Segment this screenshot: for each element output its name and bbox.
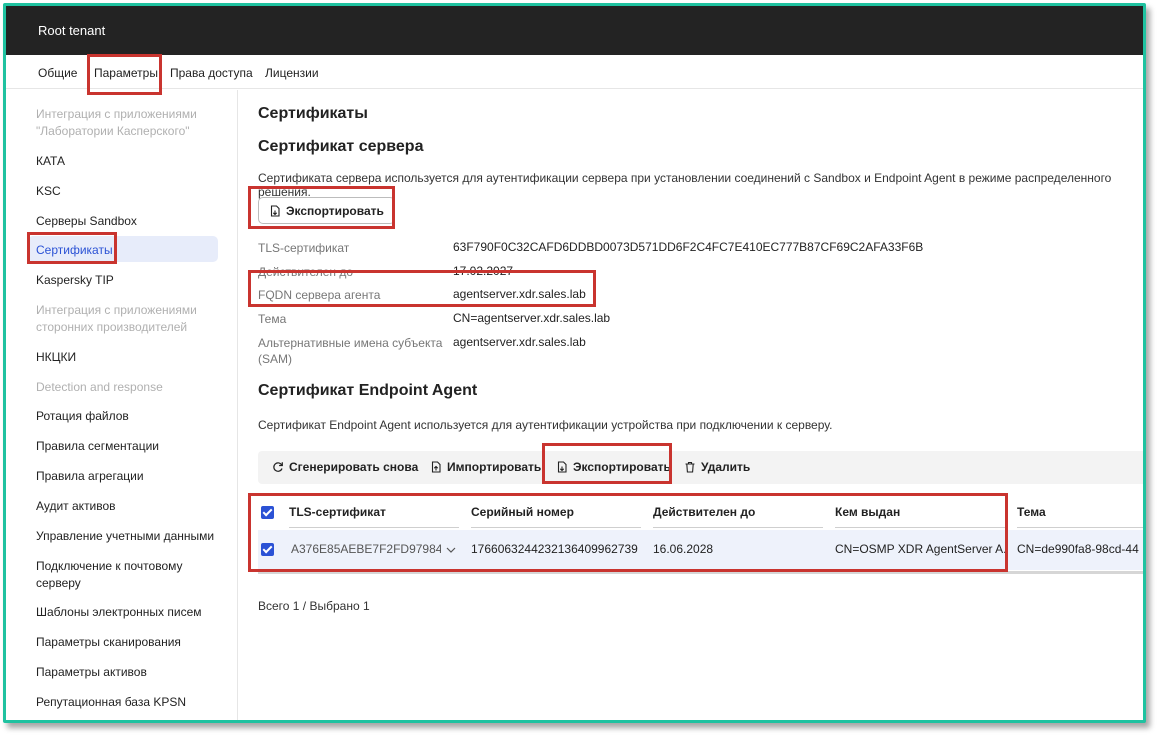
tab-general[interactable]: Общие — [38, 66, 77, 80]
cell-valid-to: 16.06.2028 — [653, 542, 714, 556]
sidebar-item-email-templates[interactable]: Шаблоны электронных писем — [36, 604, 216, 621]
cell-issuer: CN=OSMP XDR AgentServer A... — [835, 542, 1007, 556]
sidebar-item-kata[interactable]: КАТА — [36, 153, 216, 170]
server-cert-description: Сертификата сервера используется для аут… — [258, 171, 1112, 199]
server-cert-heading: Сертификат сервера — [258, 138, 424, 155]
tab-parameters[interactable]: Параметры — [94, 66, 158, 92]
row-checkbox[interactable] — [261, 543, 274, 556]
field-value-tls: 63F790F0C32CAFD6DDBD0073D571DD6F2C4FC7E4… — [453, 240, 924, 254]
horizontal-scrollbar[interactable] — [258, 571, 1143, 574]
field-label-san: Альтернативные имена субъекта (SAM) — [258, 336, 443, 366]
sidebar-item-ksc[interactable]: KSC — [36, 183, 216, 200]
tab-access-rights[interactable]: Права доступа — [170, 66, 253, 80]
import-button[interactable]: Импортировать — [430, 460, 541, 474]
field-value-fqdn: agentserver.xdr.sales.lab — [453, 287, 586, 301]
main-content: Сертификаты Сертификат сервера Сертифика… — [239, 90, 1143, 720]
col-header-valid-to[interactable]: Действителен до — [653, 505, 823, 528]
chevron-down-icon[interactable] — [446, 546, 456, 554]
sidebar-item-mail-server[interactable]: Подключение к почтовому серверу — [36, 558, 216, 592]
agent-cert-description: Сертификат Endpoint Agent используется д… — [258, 418, 833, 432]
file-import-icon — [431, 461, 441, 473]
tab-licenses[interactable]: Лицензии — [265, 66, 319, 80]
field-value-san: agentserver.xdr.sales.lab — [453, 335, 586, 349]
refresh-icon — [273, 462, 283, 472]
select-all-checkbox[interactable] — [261, 506, 274, 519]
server-export-label: Экспортировать — [286, 203, 384, 218]
server-export-button[interactable]: Экспортировать — [258, 197, 395, 224]
field-label-subject: Тема — [258, 312, 287, 326]
field-label-valid-to: Действителен до — [258, 265, 354, 279]
regenerate-label: Сгенерировать снова — [289, 460, 419, 474]
import-label: Импортировать — [447, 460, 542, 474]
field-value-valid-to: 17.02.2027 — [453, 264, 514, 278]
table-header: TLS-сертификат Серийный номер Действител… — [258, 495, 1143, 529]
field-label-fqdn: FQDN сервера агента — [258, 288, 381, 302]
cell-serial: 1766063244232136409962739 — [471, 542, 638, 556]
agent-cert-table: TLS-сертификат Серийный номер Действител… — [258, 495, 1143, 574]
sidebar-item-kaspersky-integration: Интеграция с приложениями "Лаборатории К… — [36, 107, 197, 138]
col-header-serial[interactable]: Серийный номер — [471, 505, 641, 528]
col-header-issuer[interactable]: Кем выдан — [835, 505, 1005, 528]
file-export-icon — [270, 204, 280, 217]
field-value-subject: CN=agentserver.xdr.sales.lab — [453, 311, 611, 325]
tenant-title: Root tenant — [38, 23, 106, 38]
delete-button[interactable]: Удалить — [684, 460, 750, 474]
sidebar-item-detection-response: Detection and response — [36, 380, 163, 394]
regenerate-button[interactable]: Сгенерировать снова — [272, 460, 418, 474]
agent-cert-heading: Сертификат Endpoint Agent — [258, 382, 478, 399]
sidebar-item-segmentation-rules[interactable]: Правила сегментации — [36, 438, 216, 455]
app-window: Root tenant Общие Параметры Права доступ… — [3, 3, 1146, 723]
col-header-tls[interactable]: TLS-сертификат — [289, 505, 459, 528]
sidebar-item-nkcki[interactable]: НКЦКИ — [36, 349, 216, 366]
table-row[interactable]: A376E85AEBE7F2FD97984 176606324423213640… — [258, 530, 1143, 570]
sidebar-item-aggregation-rules[interactable]: Правила агрегации — [36, 468, 216, 485]
sidebar-item-scan-parameters[interactable]: Параметры сканирования — [36, 634, 216, 651]
cell-tls: A376E85AEBE7F2FD97984 — [291, 542, 441, 556]
sidebar: Интеграция с приложениями "Лаборатории К… — [6, 90, 238, 720]
trash-icon — [685, 461, 695, 473]
delete-label: Удалить — [701, 460, 751, 474]
agent-export-button[interactable]: Экспортировать — [556, 460, 671, 474]
sidebar-item-third-party-integration: Интеграция с приложениями сторонних прои… — [36, 303, 197, 334]
col-header-subject[interactable]: Тема — [1017, 505, 1143, 528]
sidebar-item-kpsn[interactable]: Репутационная база KPSN — [36, 694, 216, 711]
sidebar-item-asset-parameters[interactable]: Параметры активов — [36, 664, 216, 681]
cell-subject: CN=de990fa8-98cd-44 — [1017, 542, 1139, 556]
sidebar-item-kaspersky-tip[interactable]: Kaspersky TIP — [36, 272, 216, 289]
page-title: Сертификаты — [258, 105, 368, 122]
selection-summary: Всего 1 / Выбрано 1 — [258, 599, 370, 613]
sidebar-item-credentials[interactable]: Управление учетными данными — [36, 528, 216, 545]
file-export-icon — [557, 461, 567, 473]
sidebar-item-asset-audit[interactable]: Аудит активов — [36, 498, 216, 515]
sidebar-item-certificates[interactable]: Сертификаты — [36, 242, 216, 259]
sidebar-item-file-rotation[interactable]: Ротация файлов — [36, 408, 216, 425]
agent-toolbar: Сгенерировать снова Импортировать Экспор… — [258, 451, 1143, 484]
agent-export-label: Экспортировать — [573, 460, 671, 474]
sidebar-item-sandbox-servers[interactable]: Серверы Sandbox — [36, 213, 216, 230]
tab-bar: Общие Параметры Права доступа Лицензии — [6, 55, 1143, 92]
top-bar: Root tenant — [6, 6, 1143, 55]
field-label-tls: TLS-сертификат — [258, 241, 350, 255]
